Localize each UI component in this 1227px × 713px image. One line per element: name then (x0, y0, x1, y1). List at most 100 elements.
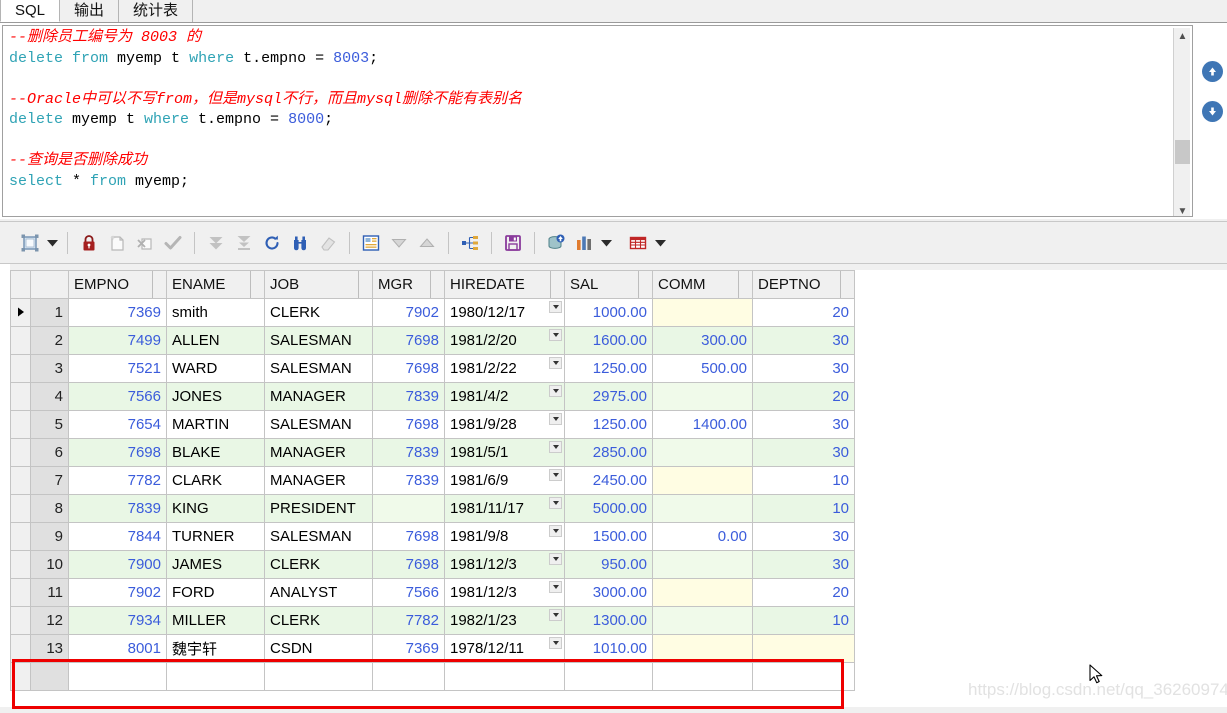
cell-sal[interactable]: 1250.00 (564, 354, 653, 383)
cell-comm[interactable] (652, 438, 753, 467)
table-row[interactable]: 13 8001 魏宇轩 CSDN 7369 1978/12/11 1010.00 (10, 634, 855, 663)
find-button[interactable] (286, 228, 314, 258)
cell-comm[interactable] (652, 606, 753, 635)
cell-job[interactable]: SALESMAN (264, 326, 373, 355)
date-picker-dropdown-icon[interactable] (549, 329, 562, 341)
cell-mgr[interactable]: 7698 (372, 326, 445, 355)
cell-sal[interactable]: 950.00 (564, 550, 653, 579)
cell-hiredate[interactable]: 1981/5/1 (444, 438, 565, 467)
cell-mgr[interactable]: 7839 (372, 438, 445, 467)
column-resize-handle[interactable] (550, 271, 564, 298)
cell-job[interactable]: MANAGER (264, 438, 373, 467)
header-mgr[interactable]: MGR (372, 270, 445, 299)
cell-comm[interactable] (652, 298, 753, 327)
save-button[interactable] (499, 228, 527, 258)
table-row[interactable]: 1 7369 smith CLERK 7902 1980/12/17 1000.00 20 (10, 298, 855, 327)
cell-empno[interactable]: 7521 (68, 354, 167, 383)
grid-mode-button[interactable] (16, 228, 44, 258)
date-picker-dropdown-icon[interactable] (549, 385, 562, 397)
cell-sal[interactable]: 1500.00 (564, 522, 653, 551)
cell-hiredate[interactable]: 1981/9/8 (444, 522, 565, 551)
row-marker[interactable] (10, 326, 31, 355)
cell-ename[interactable]: TURNER (166, 522, 265, 551)
cell-mgr[interactable]: 7902 (372, 298, 445, 327)
cell-comm[interactable] (652, 662, 753, 691)
date-picker-dropdown-icon[interactable] (549, 581, 562, 593)
row-number[interactable]: 1 (30, 298, 69, 327)
table-row[interactable]: 3 7521 WARD SALESMAN 7698 1981/2/22 1250.00 500… (10, 354, 855, 383)
table-row[interactable]: 7 7782 CLARK MANAGER 7839 1981/6/9 2450.00 10 (10, 466, 855, 495)
cell-sal[interactable]: 1600.00 (564, 326, 653, 355)
column-resize-handle[interactable] (250, 271, 264, 298)
cell-sal[interactable]: 1010.00 (564, 634, 653, 663)
row-number[interactable]: 2 (30, 326, 69, 355)
cell-ename[interactable]: BLAKE (166, 438, 265, 467)
header-sal[interactable]: SAL (564, 270, 653, 299)
cell-deptno[interactable]: 20 (752, 298, 855, 327)
sql-code-text[interactable]: --删除员工编号为 8003 的 delete from myemp t wher… (9, 28, 1172, 192)
date-picker-dropdown-icon[interactable] (549, 553, 562, 565)
cell-job[interactable]: ANALYST (264, 578, 373, 607)
cell-deptno[interactable]: 10 (752, 606, 855, 635)
editor-vertical-scrollbar[interactable]: ▲ ▼ (1173, 28, 1191, 216)
cell-deptno[interactable]: 20 (752, 382, 855, 411)
cell-empno[interactable]: 7902 (68, 578, 167, 607)
date-picker-dropdown-icon[interactable] (549, 301, 562, 313)
column-resize-handle[interactable] (430, 271, 444, 298)
cell-job[interactable]: SALESMAN (264, 354, 373, 383)
cell-ename[interactable]: ALLEN (166, 326, 265, 355)
cell-job[interactable]: CLERK (264, 550, 373, 579)
row-number[interactable]: 13 (30, 634, 69, 663)
column-resize-handle[interactable] (840, 271, 854, 298)
cell-ename[interactable]: JONES (166, 382, 265, 411)
date-picker-dropdown-icon[interactable] (549, 609, 562, 621)
cell-empno[interactable]: 7654 (68, 410, 167, 439)
date-picker-dropdown-icon[interactable] (549, 637, 562, 649)
cell-job[interactable]: CLERK (264, 606, 373, 635)
row-number[interactable]: 11 (30, 578, 69, 607)
cell-ename[interactable]: WARD (166, 354, 265, 383)
row-number[interactable]: 8 (30, 494, 69, 523)
header-job[interactable]: JOB (264, 270, 373, 299)
date-picker-dropdown-icon[interactable] (549, 525, 562, 537)
date-picker-dropdown-icon[interactable] (549, 441, 562, 453)
row-number[interactable]: 5 (30, 410, 69, 439)
column-resize-handle[interactable] (738, 271, 752, 298)
cell-deptno[interactable]: 30 (752, 550, 855, 579)
cell-sal[interactable]: 2850.00 (564, 438, 653, 467)
cell-empno[interactable]: 7934 (68, 606, 167, 635)
row-marker[interactable] (10, 494, 31, 523)
cell-deptno[interactable]: 10 (752, 466, 855, 495)
scroll-down-arrow-icon[interactable]: ▼ (1174, 203, 1191, 216)
row-marker[interactable] (10, 522, 31, 551)
table-row-empty[interactable] (10, 662, 855, 691)
cell-deptno[interactable] (752, 634, 855, 663)
move-down-button[interactable] (385, 228, 413, 258)
cell-deptno[interactable]: 30 (752, 522, 855, 551)
header-deptno[interactable]: DEPTNO (752, 270, 855, 299)
cell-hiredate[interactable]: 1981/4/2 (444, 382, 565, 411)
cell-job[interactable]: SALESMAN (264, 522, 373, 551)
cell-empno[interactable]: 7566 (68, 382, 167, 411)
cell-ename[interactable]: MILLER (166, 606, 265, 635)
header-empno[interactable]: EMPNO (68, 270, 167, 299)
cell-comm[interactable]: 1400.00 (652, 410, 753, 439)
cell-empno[interactable]: 8001 (68, 634, 167, 663)
scroll-up-arrow-icon[interactable]: ▲ (1174, 28, 1191, 45)
table-export-button[interactable] (624, 228, 652, 258)
cell-mgr[interactable] (372, 662, 445, 691)
column-resize-handle[interactable] (152, 271, 166, 298)
cell-ename[interactable]: 魏宇轩 (166, 634, 265, 663)
cell-sal[interactable]: 2975.00 (564, 382, 653, 411)
row-number[interactable]: 3 (30, 354, 69, 383)
cell-deptno[interactable]: 30 (752, 326, 855, 355)
cell-ename[interactable]: FORD (166, 578, 265, 607)
cell-empno[interactable]: 7839 (68, 494, 167, 523)
cell-empno[interactable]: 7900 (68, 550, 167, 579)
cell-sal[interactable] (564, 662, 653, 691)
cell-comm[interactable] (652, 578, 753, 607)
tab-sql[interactable]: SQL (0, 0, 61, 22)
row-number[interactable]: 4 (30, 382, 69, 411)
table-row[interactable]: 6 7698 BLAKE MANAGER 7839 1981/5/1 2850.00 30 (10, 438, 855, 467)
cell-job[interactable]: CLERK (264, 298, 373, 327)
